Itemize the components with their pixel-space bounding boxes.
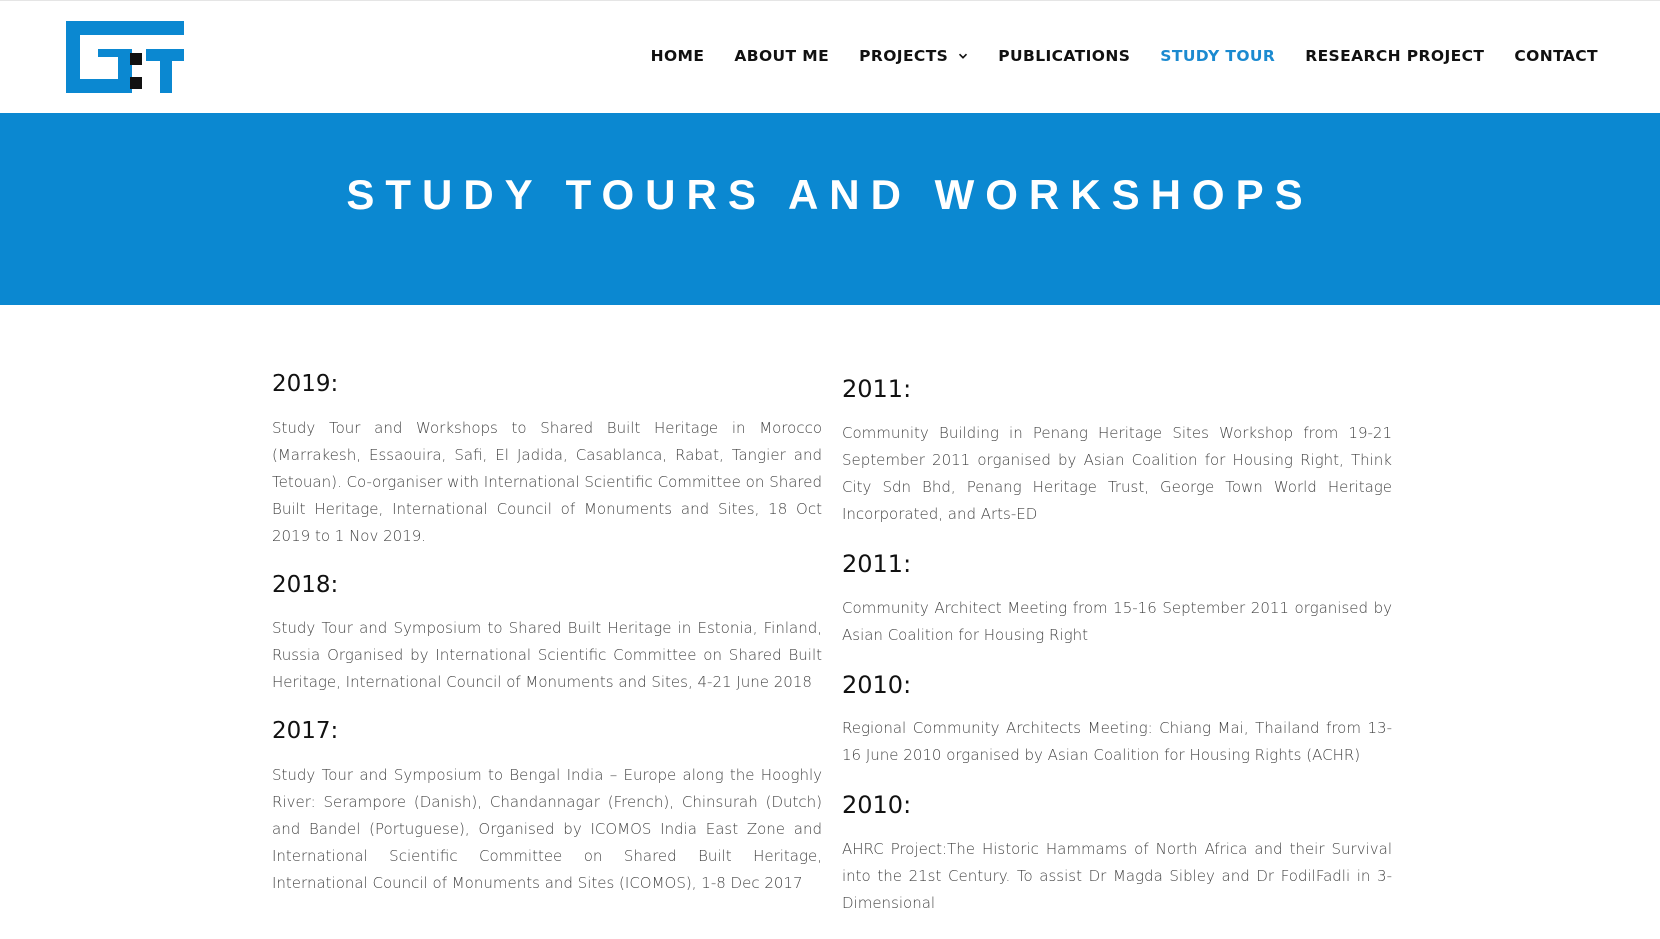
hero-banner: STUDY TOURS AND WORKSHOPS <box>0 113 1660 305</box>
nav-item-projects[interactable]: PROJECTS <box>859 47 968 65</box>
nav-item-publications[interactable]: PUBLICATIONS <box>998 47 1130 65</box>
main-navigation: HOME ABOUT ME PROJECTS PUBLICATIONS STUD… <box>621 47 1598 65</box>
nav-item-label: RESEARCH PROJECT <box>1305 47 1485 65</box>
left-column: 2019: Study Tour and Workshops to Shared… <box>272 371 822 919</box>
tour-entry: 2010: Regional Community Architects Meet… <box>842 671 1392 770</box>
entry-year: 2010: <box>842 791 912 820</box>
entry-description: Regional Community Architects Meeting: C… <box>842 719 1392 765</box>
entry-year: 2017: <box>272 718 339 745</box>
nav-item-label: CONTACT <box>1514 47 1598 65</box>
tour-entry: 2011: Community Building in Penang Herit… <box>842 375 1392 528</box>
entry-year: 2011: <box>842 375 912 403</box>
entry-description: Study Tour and Workshops to Shared Built… <box>272 418 822 545</box>
main-content: 2019: Study Tour and Workshops to Shared… <box>0 305 1660 912</box>
entry-year: 2019: <box>272 371 339 397</box>
site-header: HOME ABOUT ME PROJECTS PUBLICATIONS STUD… <box>0 0 1660 113</box>
nav-item-contact[interactable]: CONTACT <box>1514 47 1598 65</box>
logo-icon <box>66 21 184 93</box>
nav-item-about-me[interactable]: ABOUT ME <box>734 47 829 65</box>
chevron-down-icon <box>959 53 968 59</box>
nav-item-home[interactable]: HOME <box>651 47 705 65</box>
tour-entry: 2017: Study Tour and Symposium to Bengal… <box>272 718 822 897</box>
nav-item-label: ABOUT ME <box>734 47 830 65</box>
nav-item-label: STUDY TOUR <box>1160 47 1276 65</box>
tour-entry: 2019: Study Tour and Workshops to Shared… <box>272 371 822 550</box>
nav-item-label: HOME <box>650 47 705 65</box>
nav-item-label: PUBLICATIONS <box>998 47 1131 65</box>
right-column: 2011: Community Building in Penang Herit… <box>842 375 1392 939</box>
site-logo[interactable] <box>66 21 184 93</box>
entry-description: AHRC Project:The Historic Hammams of Nor… <box>842 840 1392 913</box>
tour-entry: 2011: Community Architect Meeting from 1… <box>842 550 1392 649</box>
entry-description: Study Tour and Symposium to Bengal India… <box>272 765 822 892</box>
tour-entry: 2018: Study Tour and Symposium to Shared… <box>272 572 822 697</box>
entry-year: 2010: <box>842 670 912 699</box>
tour-entry: 2010: AHRC Project:The Historic Hammams … <box>842 791 1392 917</box>
entry-year: 2018: <box>272 571 339 598</box>
entry-year: 2011: <box>842 549 912 578</box>
nav-item-label: PROJECTS <box>859 47 949 65</box>
page-title: STUDY TOURS AND WORKSHOPS <box>346 171 1314 218</box>
entry-description: Community Building in Penang Heritage Si… <box>842 423 1392 523</box>
entry-description: Community Architect Meeting from 15-16 S… <box>842 598 1392 644</box>
nav-item-study-tour[interactable]: STUDY TOUR <box>1160 47 1275 65</box>
nav-item-research-project[interactable]: RESEARCH PROJECT <box>1305 47 1484 65</box>
entry-description: Study Tour and Symposium to Shared Built… <box>272 619 822 692</box>
